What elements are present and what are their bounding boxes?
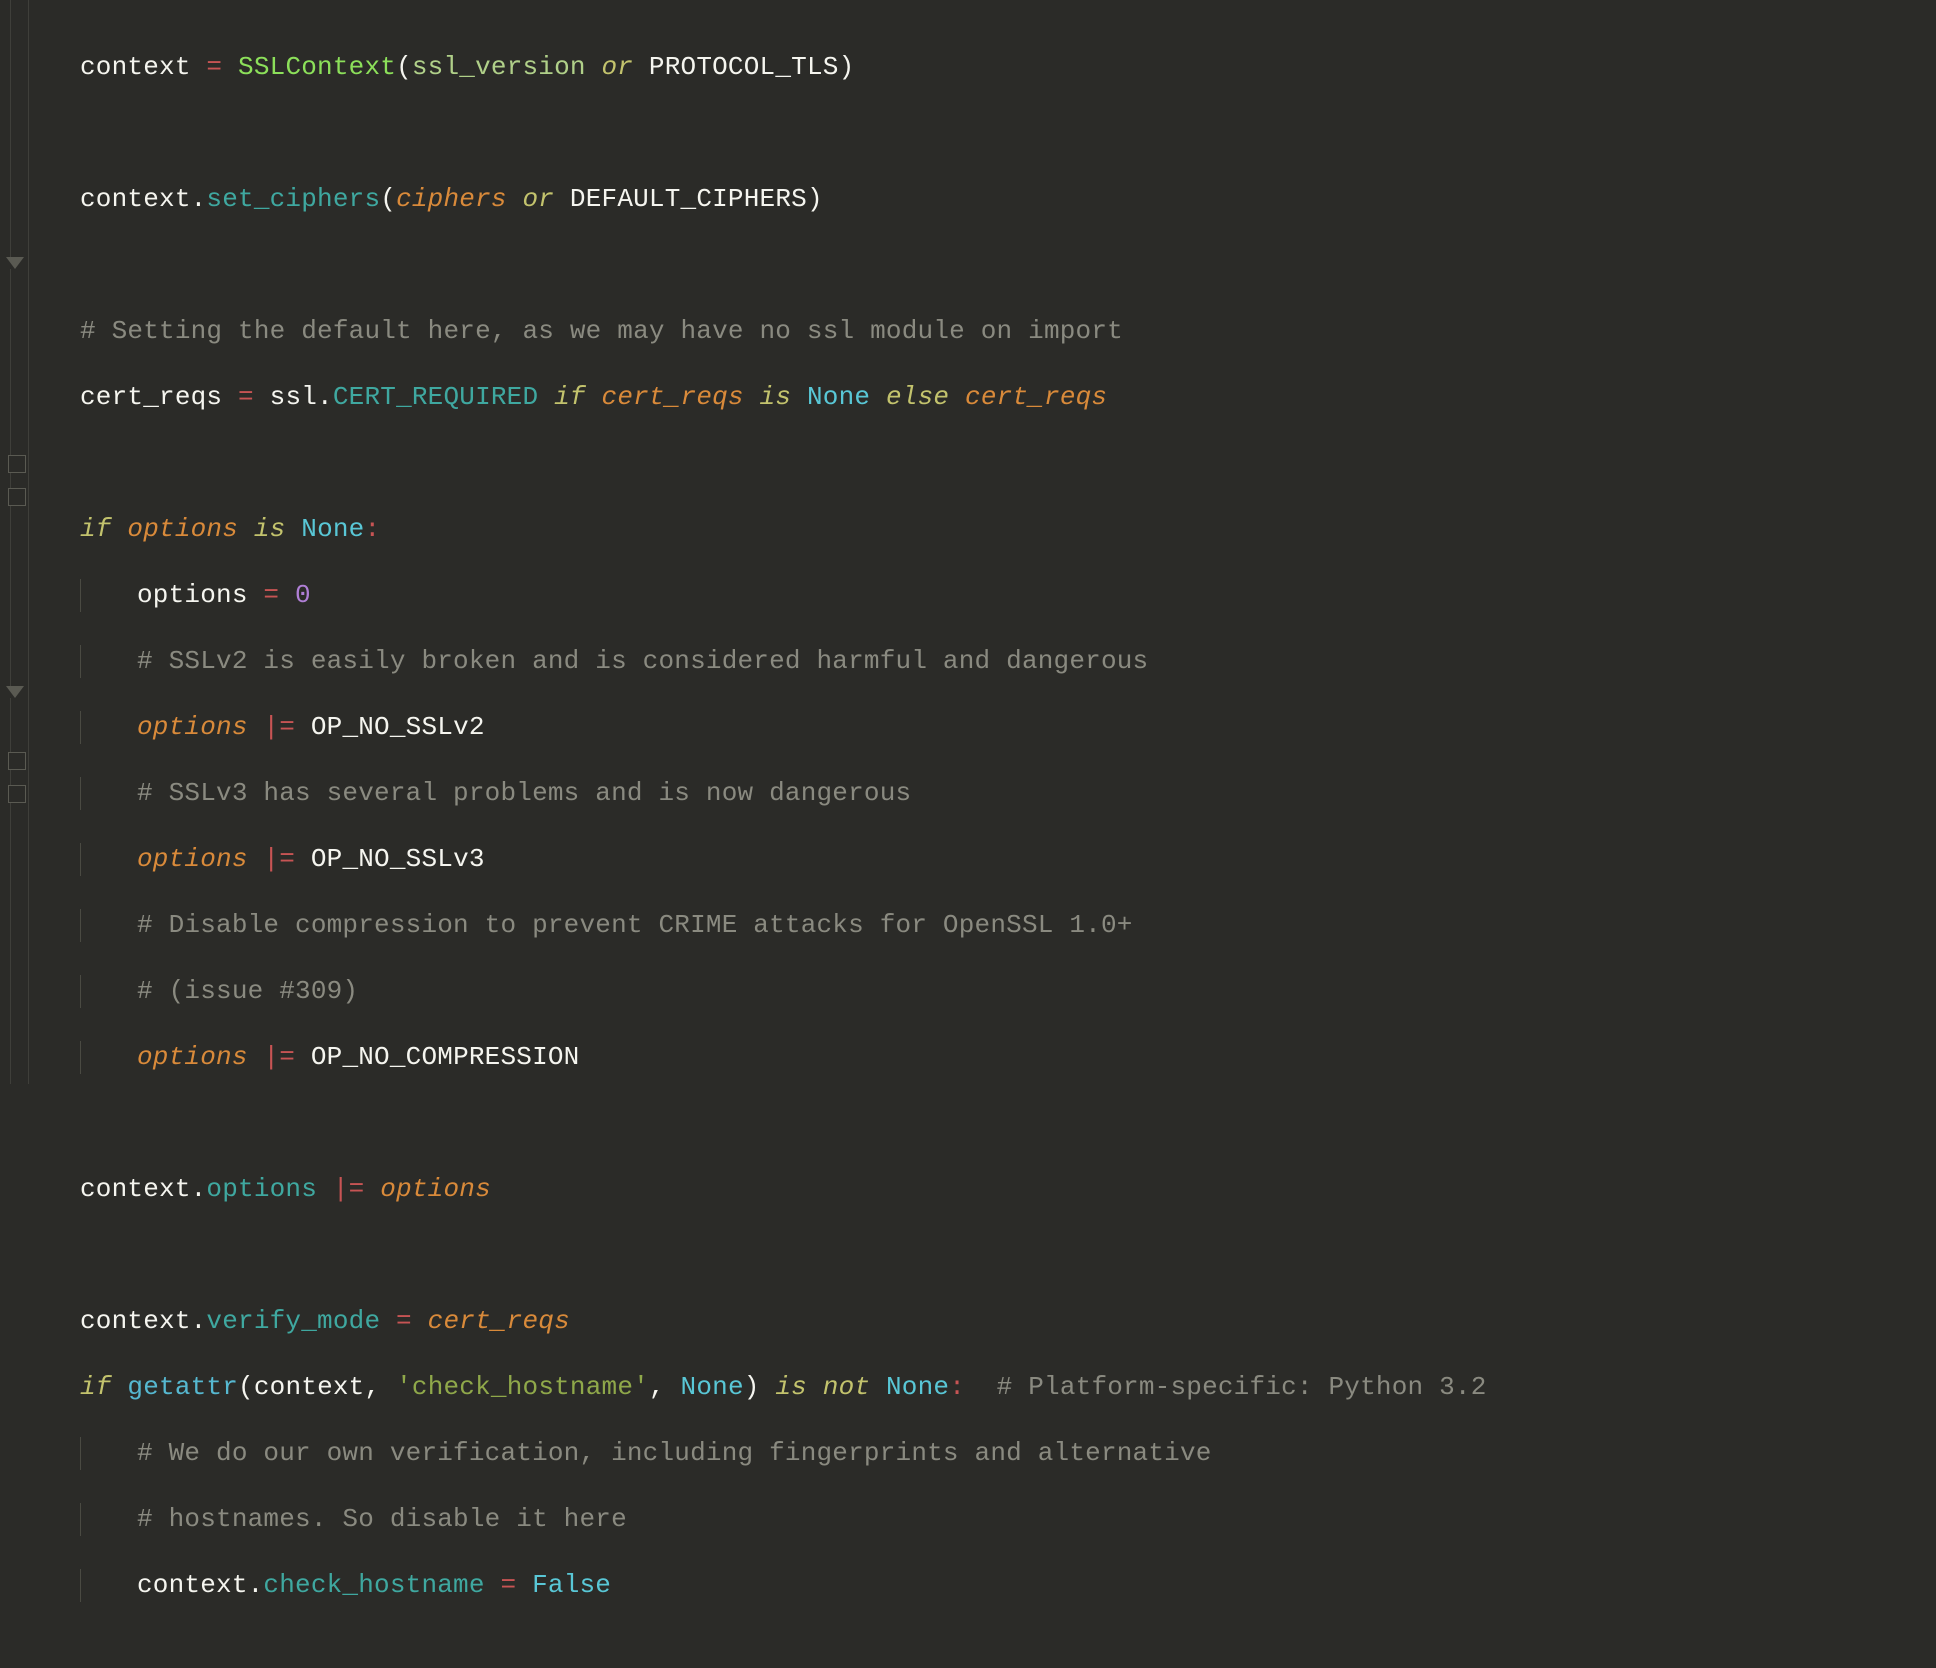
fold-marker-icon[interactable] [6, 257, 24, 269]
code-line[interactable]: options = 0 [80, 579, 1487, 612]
fold-marker-icon[interactable] [8, 752, 26, 770]
fold-marker-icon[interactable] [8, 455, 26, 473]
code-line[interactable]: options |= OP_NO_COMPRESSION [80, 1041, 1487, 1074]
code-line[interactable]: # SSLv3 has several problems and is now … [80, 777, 1487, 810]
code-line[interactable]: # We do our own verification, including … [80, 1437, 1487, 1470]
code-line[interactable]: # Setting the default here, as we may ha… [80, 315, 1487, 348]
code-line[interactable]: context.options |= options [80, 1173, 1487, 1206]
code-line[interactable]: context.verify_mode = cert_reqs [80, 1305, 1487, 1338]
code-line[interactable]: options |= OP_NO_SSLv2 [80, 711, 1487, 744]
code-line[interactable]: context.set_ciphers(ciphers or DEFAULT_C… [80, 183, 1487, 216]
code-editor[interactable]: context = SSLContext(ssl_version or PROT… [0, 0, 1936, 1084]
code-line[interactable] [80, 1107, 1487, 1140]
code-line[interactable]: cert_reqs = ssl.CERT_REQUIRED if cert_re… [80, 381, 1487, 414]
code-line[interactable] [80, 117, 1487, 150]
fold-marker-icon[interactable] [8, 488, 26, 506]
code-line[interactable] [80, 447, 1487, 480]
code-line[interactable]: options |= OP_NO_SSLv3 [80, 843, 1487, 876]
code-line[interactable]: # (issue #309) [80, 975, 1487, 1008]
fold-marker-icon[interactable] [6, 686, 24, 698]
code-area[interactable]: context = SSLContext(ssl_version or PROT… [80, 18, 1487, 1668]
code-line[interactable]: if getattr(context, 'check_hostname', No… [80, 1371, 1487, 1404]
code-line[interactable]: if options is None: [80, 513, 1487, 546]
code-line[interactable]: # SSLv2 is easily broken and is consider… [80, 645, 1487, 678]
code-line[interactable]: # Disable compression to prevent CRIME a… [80, 909, 1487, 942]
code-line[interactable]: context.check_hostname = False [80, 1569, 1487, 1602]
code-line[interactable] [80, 1239, 1487, 1272]
fold-marker-icon[interactable] [8, 785, 26, 803]
code-line[interactable]: context = SSLContext(ssl_version or PROT… [80, 51, 1487, 84]
gutter [0, 0, 48, 1084]
code-line[interactable]: # hostnames. So disable it here [80, 1503, 1487, 1536]
code-line[interactable] [80, 249, 1487, 282]
